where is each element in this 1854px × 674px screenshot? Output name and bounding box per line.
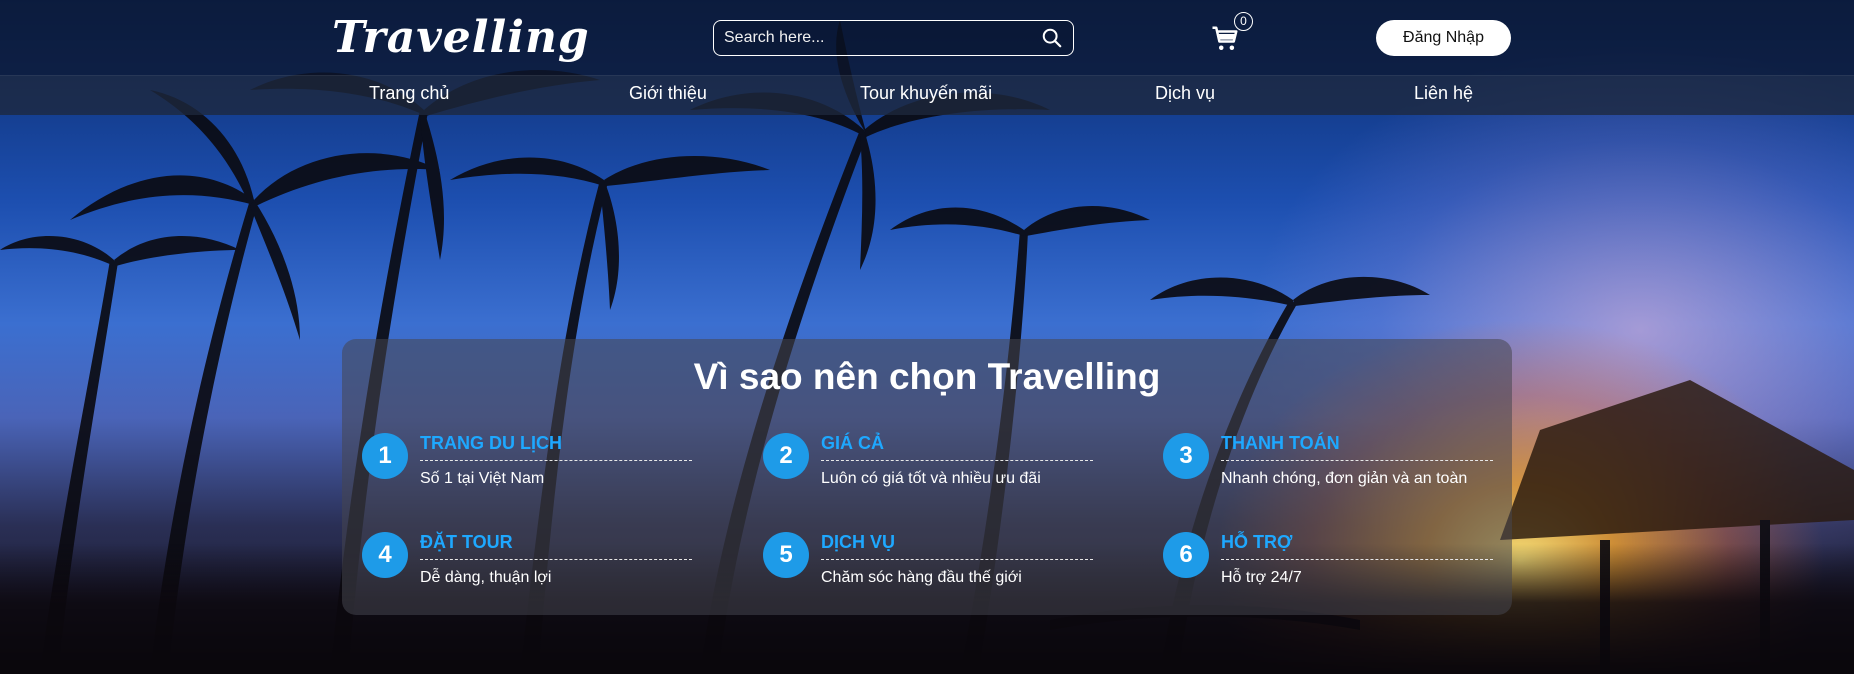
feature-title: THANH TOÁN bbox=[1221, 433, 1493, 461]
brand-logo[interactable]: Travelling bbox=[332, 2, 589, 72]
cart-count-badge: 0 bbox=[1234, 12, 1253, 31]
feature-number-badge: 3 bbox=[1163, 433, 1209, 479]
feature-item: 1 TRANG DU LỊCH Số 1 tại Việt Nam bbox=[362, 433, 692, 503]
nav-item-promo-tours[interactable]: Tour khuyến mãi bbox=[860, 83, 992, 104]
feature-title: TRANG DU LỊCH bbox=[420, 433, 692, 461]
feature-title: HỖ TRỢ bbox=[1221, 532, 1493, 560]
nav-item-about[interactable]: Giới thiệu bbox=[629, 83, 707, 104]
feature-description: Hỗ trợ 24/7 bbox=[1221, 569, 1302, 586]
feature-number-badge: 6 bbox=[1163, 532, 1209, 578]
feature-description: Nhanh chóng, đơn giản và an toàn bbox=[1221, 470, 1468, 487]
feature-item: 6 HỖ TRỢ Hỗ trợ 24/7 bbox=[1163, 532, 1493, 602]
login-button[interactable]: Đăng Nhập bbox=[1376, 20, 1511, 56]
shopping-cart-icon bbox=[1212, 26, 1238, 50]
feature-description: Chăm sóc hàng đầu thế giới bbox=[821, 569, 1022, 586]
search-icon[interactable] bbox=[1041, 27, 1063, 49]
feature-title: ĐẶT TOUR bbox=[420, 532, 692, 560]
cart-button[interactable]: 0 bbox=[1210, 12, 1253, 54]
search-input[interactable] bbox=[724, 29, 1041, 47]
nav-item-home[interactable]: Trang chủ bbox=[369, 83, 449, 104]
search-box bbox=[713, 20, 1074, 56]
feature-number-badge: 5 bbox=[763, 532, 809, 578]
brand-name: Travelling bbox=[332, 11, 590, 63]
feature-description: Luôn có giá tốt và nhiều ưu đãi bbox=[821, 470, 1041, 487]
feature-number-badge: 1 bbox=[362, 433, 408, 479]
why-choose-title: Vì sao nên chọn Travelling bbox=[693, 356, 1161, 397]
feature-item: 4 ĐẶT TOUR Dễ dàng, thuận lợi bbox=[362, 532, 692, 602]
feature-description: Dễ dàng, thuận lợi bbox=[420, 569, 552, 586]
feature-item: 5 DỊCH VỤ Chăm sóc hàng đầu thế giới bbox=[763, 532, 1093, 602]
nav-item-contact[interactable]: Liên hệ bbox=[1414, 83, 1473, 104]
feature-title: GIÁ CẢ bbox=[821, 433, 1093, 461]
feature-number-badge: 4 bbox=[362, 532, 408, 578]
feature-title: DỊCH VỤ bbox=[821, 532, 1093, 560]
feature-item: 3 THANH TOÁN Nhanh chóng, đơn giản và an… bbox=[1163, 433, 1493, 503]
feature-item: 2 GIÁ CẢ Luôn có giá tốt và nhiều ưu đãi bbox=[763, 433, 1093, 503]
feature-number-badge: 2 bbox=[763, 433, 809, 479]
nav-item-services[interactable]: Dịch vụ bbox=[1155, 83, 1215, 104]
feature-description: Số 1 tại Việt Nam bbox=[420, 470, 545, 487]
